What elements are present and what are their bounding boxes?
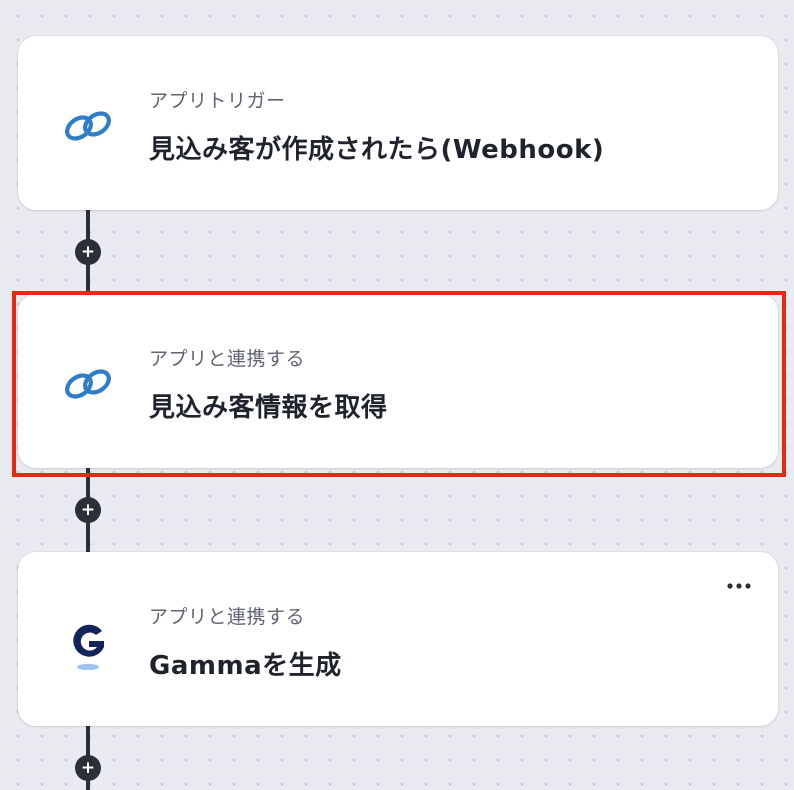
flow-step-card-trigger[interactable]: アプリトリガー 見込み客が作成されたら(Webhook) (18, 36, 778, 210)
more-options-icon[interactable] (722, 574, 756, 598)
zoho-crm-icon (60, 98, 116, 154)
add-step-button[interactable]: + (75, 497, 101, 523)
flow-step-card-get-lead[interactable]: アプリと連携する 見込み客情報を取得 (18, 294, 778, 468)
step-title: Gammaを生成 (149, 651, 342, 681)
step-app-label: アプリと連携する (149, 348, 306, 370)
step-app-label: アプリトリガー (149, 90, 286, 112)
flow-step-card-gamma[interactable]: アプリと連携する Gammaを生成 (18, 552, 778, 726)
gamma-icon (60, 614, 116, 671)
step-title: 見込み客が作成されたら(Webhook) (149, 135, 605, 165)
add-step-button[interactable]: + (75, 755, 101, 781)
zoho-crm-icon (60, 356, 116, 412)
add-step-button[interactable]: + (75, 239, 101, 265)
step-app-label: アプリと連携する (149, 606, 306, 628)
step-title: 見込み客情報を取得 (149, 393, 388, 423)
